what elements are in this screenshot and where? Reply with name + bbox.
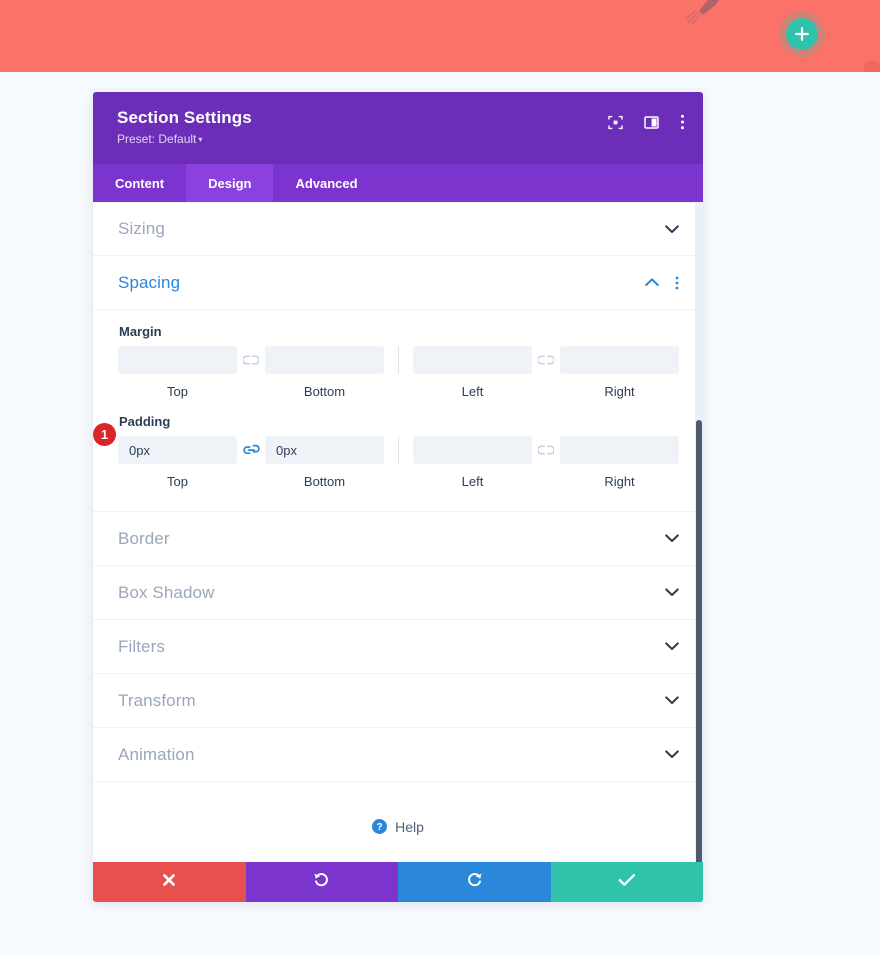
section-animation[interactable]: Animation <box>93 728 703 782</box>
padding-top-field-col: 0px Top <box>118 436 237 489</box>
margin-left-sublabel: Left <box>461 384 484 399</box>
help-area: ? Help <box>93 782 703 862</box>
preset-label: Preset: Default <box>117 132 197 146</box>
padding-left-right-pair: Left Right <box>413 436 679 489</box>
svg-text:?: ? <box>377 822 383 833</box>
margin-bottom-input[interactable] <box>265 346 384 374</box>
margin-top-bottom-unlink-icon[interactable] <box>237 346 265 374</box>
margin-left-right-pair: Left Right <box>413 346 679 399</box>
top-banner <box>0 0 880 72</box>
chevron-down-icon <box>665 534 679 543</box>
margin-left-right-unlink-icon[interactable] <box>532 346 560 374</box>
more-vertical-icon[interactable] <box>680 114 685 130</box>
padding-left-input[interactable] <box>413 436 532 464</box>
padding-step-badge: 1 <box>93 423 116 446</box>
margin-bottom-field-col: Bottom <box>265 346 384 399</box>
padding-top-input[interactable]: 0px <box>118 436 237 464</box>
chevron-down-icon <box>665 696 679 705</box>
padding-top-bottom-pair: 0px Top 0px Bottom <box>118 436 384 489</box>
section-box-shadow[interactable]: Box Shadow <box>93 566 703 620</box>
page-title: Section Settings <box>117 108 252 127</box>
margin-top-bottom-pair: Top Bottom <box>118 346 384 399</box>
section-filters[interactable]: Filters <box>93 620 703 674</box>
margin-right-sublabel: Right <box>604 384 635 399</box>
modal-body: Sizing Spacing Margin Top Bottom Left Ri… <box>93 202 703 862</box>
padding-bottom-input[interactable]: 0px <box>265 436 384 464</box>
section-settings-modal: Section Settings Preset: Default ▾ Conte… <box>93 92 703 902</box>
padding-top-bottom-link-icon[interactable] <box>237 436 265 464</box>
section-spacing-label: Spacing <box>118 272 181 292</box>
margin-right-input[interactable] <box>560 346 679 374</box>
section-spacing[interactable]: Spacing <box>93 256 703 310</box>
section-filters-label: Filters <box>118 636 165 656</box>
margin-label: Margin <box>119 324 162 339</box>
section-border[interactable]: Border <box>93 512 703 566</box>
banner-decoration <box>864 60 880 72</box>
padding-right-input[interactable] <box>560 436 679 464</box>
check-icon <box>618 873 636 892</box>
padding-bottom-field-col: 0px Bottom <box>265 436 384 489</box>
margin-top-field-col: Top <box>118 346 237 399</box>
padding-right-sublabel: Right <box>604 474 635 489</box>
undo-button[interactable] <box>245 862 398 902</box>
padding-left-right-unlink-icon[interactable] <box>532 436 560 464</box>
padding-label: Padding <box>119 414 171 429</box>
section-box-shadow-label: Box Shadow <box>118 582 215 602</box>
margin-left-field-col: Left <box>413 346 532 399</box>
section-transform[interactable]: Transform <box>93 674 703 728</box>
chevron-down-icon <box>665 642 679 651</box>
padding-right-field-col: Right <box>560 436 679 489</box>
padding-top-sublabel: Top <box>167 474 188 489</box>
layout-columns-icon[interactable] <box>644 115 659 130</box>
scrollbar-thumb[interactable] <box>696 420 702 862</box>
redo-icon <box>466 871 483 893</box>
padding-left-sublabel: Left <box>461 474 484 489</box>
margin-left-input[interactable] <box>413 346 532 374</box>
tab-content[interactable]: Content <box>93 164 186 202</box>
scrollbar-track[interactable] <box>695 202 703 862</box>
padding-field-group: 0px Top 0px Bottom Left Right <box>118 436 679 489</box>
margin-divider <box>398 346 399 374</box>
chevron-down-icon <box>665 224 679 234</box>
margin-top-input[interactable] <box>118 346 237 374</box>
section-sizing[interactable]: Sizing <box>93 202 703 256</box>
chevron-down-icon <box>665 588 679 597</box>
undo-icon <box>313 871 330 893</box>
add-section-button[interactable] <box>786 18 818 50</box>
tab-design[interactable]: Design <box>186 164 274 202</box>
focus-target-icon[interactable] <box>608 115 623 130</box>
section-border-label: Border <box>118 528 170 548</box>
tab-bar: Content Design Advanced <box>93 164 703 202</box>
margin-bottom-sublabel: Bottom <box>303 384 346 399</box>
header-icon-group <box>608 114 685 130</box>
padding-divider <box>398 436 399 464</box>
padding-bottom-sublabel: Bottom <box>303 474 346 489</box>
rocket-icon <box>684 0 728 26</box>
modal-header: Section Settings Preset: Default ▾ <box>93 92 703 164</box>
section-transform-label: Transform <box>118 690 196 710</box>
redo-button[interactable] <box>398 862 551 902</box>
section-sizing-label: Sizing <box>118 219 165 238</box>
spacing-panel: Margin Top Bottom Left Right Padding 1 0… <box>93 310 703 512</box>
padding-left-field-col: Left <box>413 436 532 489</box>
cancel-button[interactable] <box>93 862 246 902</box>
modal-footer <box>93 862 703 902</box>
help-link[interactable]: Help <box>395 819 424 835</box>
margin-field-group: Top Bottom Left Right <box>118 346 679 399</box>
preset-selector[interactable]: Preset: Default ▾ <box>117 132 202 146</box>
question-circle-icon[interactable]: ? <box>372 819 388 834</box>
close-icon <box>161 872 177 893</box>
margin-right-field-col: Right <box>560 346 679 399</box>
chevron-up-icon <box>645 278 659 287</box>
tab-advanced[interactable]: Advanced <box>273 164 379 202</box>
plus-icon <box>794 26 810 42</box>
save-button[interactable] <box>550 862 703 902</box>
section-spacing-more-icon[interactable] <box>675 276 679 290</box>
chevron-down-icon <box>665 750 679 759</box>
section-animation-label: Animation <box>118 744 195 764</box>
margin-top-sublabel: Top <box>167 384 188 399</box>
chevron-down-icon: ▾ <box>198 135 203 145</box>
